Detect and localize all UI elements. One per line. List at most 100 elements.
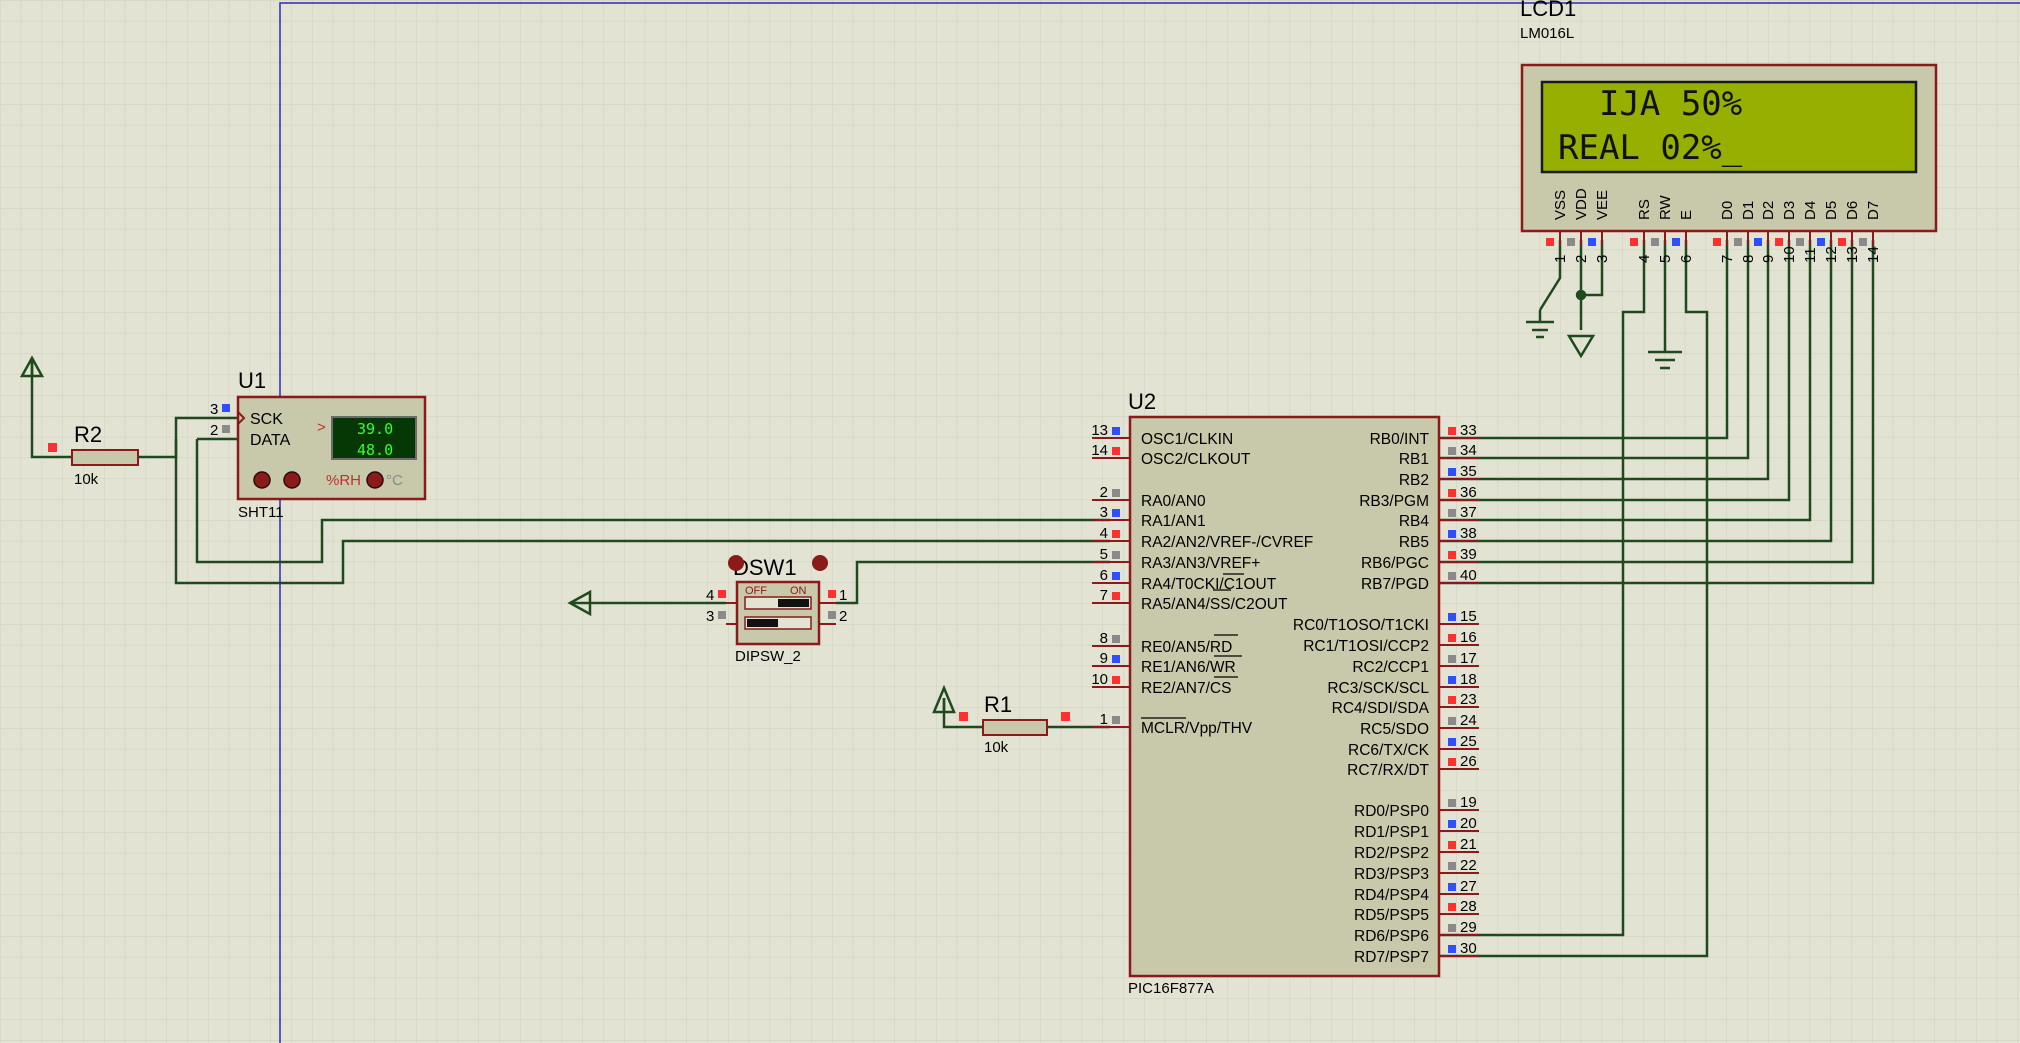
pin-name: RD7/PSP7 bbox=[1354, 949, 1429, 966]
r1-value: 10k bbox=[984, 739, 1009, 756]
unit-toggle-button[interactable] bbox=[366, 471, 384, 489]
pin-name: RA4/T0CKI/C1OUT bbox=[1141, 576, 1277, 593]
pin-marker bbox=[1112, 447, 1120, 455]
pin-sck-number: 3 bbox=[210, 401, 218, 418]
pin-marker bbox=[1588, 238, 1596, 246]
switch-1-slider bbox=[778, 599, 809, 607]
pin-name: RB6/PGC bbox=[1361, 555, 1429, 572]
pin-number: 30 bbox=[1460, 940, 1477, 957]
sensor-display-bottom: 48.0 bbox=[357, 441, 393, 459]
pin-name: E bbox=[1678, 210, 1695, 220]
pin-marker bbox=[1448, 489, 1456, 497]
mcu-u2[interactable]: U2 PIC16F877A 13OSC1/CLKIN14OSC2/CLKOUT2… bbox=[1091, 389, 1479, 997]
pin-name: MCLR/Vpp/THV bbox=[1141, 720, 1253, 737]
pin-number: 5 bbox=[1100, 546, 1108, 563]
pin-number: 7 bbox=[1100, 587, 1108, 604]
switch-knob[interactable] bbox=[728, 555, 744, 571]
pin-marker bbox=[1448, 924, 1456, 932]
pin-name: RD1/PSP1 bbox=[1354, 824, 1429, 841]
pin-marker bbox=[222, 425, 230, 433]
pin-name: RB4 bbox=[1399, 513, 1430, 530]
pin-data-number: 2 bbox=[210, 422, 218, 439]
pin-name: RA1/AN1 bbox=[1141, 513, 1206, 530]
pin-name: RC0/T1OSO/T1CKI bbox=[1293, 617, 1429, 634]
decrement-button[interactable] bbox=[253, 471, 271, 489]
pin-marker bbox=[718, 611, 726, 619]
pin-number: 17 bbox=[1460, 650, 1477, 667]
pin-number: 35 bbox=[1460, 463, 1477, 480]
pin-marker bbox=[1796, 238, 1804, 246]
pin-marker bbox=[1546, 238, 1554, 246]
pin-number: 2 bbox=[1573, 255, 1590, 263]
pin-marker bbox=[1448, 903, 1456, 911]
lcd-part: LM016L bbox=[1520, 25, 1574, 42]
unit-rh-label[interactable]: %RH bbox=[326, 472, 361, 489]
pin-marker bbox=[1448, 655, 1456, 663]
pin-number: 40 bbox=[1460, 567, 1477, 584]
pin-number: 21 bbox=[1460, 836, 1477, 853]
switch-2-slider bbox=[747, 619, 778, 627]
pin-number: 13 bbox=[1844, 246, 1861, 263]
pin-marker bbox=[959, 712, 968, 721]
pin-marker bbox=[1775, 238, 1783, 246]
pin-marker bbox=[48, 443, 57, 452]
pin-number: 15 bbox=[1460, 608, 1477, 625]
pin-marker bbox=[1448, 530, 1456, 538]
pin-name: RB5 bbox=[1399, 534, 1429, 551]
pin-marker bbox=[1112, 489, 1120, 497]
pin-marker bbox=[1754, 238, 1762, 246]
dsw1-part: DIPSW_2 bbox=[735, 648, 801, 665]
pin-name: RB2 bbox=[1399, 472, 1429, 489]
pin-number: 4 bbox=[1100, 525, 1108, 542]
pin-name: VDD bbox=[1573, 188, 1590, 220]
pin-name: RB7/PGD bbox=[1361, 576, 1429, 593]
u1-ref: U1 bbox=[238, 368, 266, 393]
pin-marker bbox=[1112, 655, 1120, 663]
pin-number: 5 bbox=[1657, 255, 1674, 263]
pin-number: 3 bbox=[1594, 255, 1611, 263]
lcd-line-2: REAL 02%_ bbox=[1558, 128, 1743, 168]
pin-name: OSC2/CLKOUT bbox=[1141, 451, 1251, 468]
pin-name: RE1/AN6/WR bbox=[1141, 659, 1236, 676]
sensor-display-top: 39.0 bbox=[357, 420, 393, 438]
pin-number: 3 bbox=[706, 608, 714, 625]
pin-number: 13 bbox=[1091, 422, 1108, 439]
pin-number: 9 bbox=[1100, 650, 1108, 667]
pin-name: RS bbox=[1636, 199, 1653, 220]
pin-name: RB0/INT bbox=[1370, 431, 1430, 448]
pin-number: 26 bbox=[1460, 753, 1477, 770]
pin-number: 9 bbox=[1760, 255, 1777, 263]
pin-name: RD2/PSP2 bbox=[1354, 845, 1429, 862]
pin-name: VSS bbox=[1552, 190, 1569, 220]
pin-name: D7 bbox=[1865, 201, 1882, 220]
pin-marker bbox=[1448, 613, 1456, 621]
pin-number: 10 bbox=[1781, 246, 1798, 263]
pin-number: 38 bbox=[1460, 525, 1477, 542]
pin-name: RA2/AN2/VREF-/CVREF bbox=[1141, 534, 1313, 551]
pin-name: OSC1/CLKIN bbox=[1141, 431, 1233, 448]
pin-number: 39 bbox=[1460, 546, 1477, 563]
pin-marker bbox=[1061, 712, 1070, 721]
pin-name: RA3/AN3/VREF+ bbox=[1141, 555, 1260, 572]
pin-number: 29 bbox=[1460, 919, 1477, 936]
pin-number: 11 bbox=[1802, 247, 1819, 263]
pin-sck-label: SCK bbox=[250, 411, 283, 428]
pin-number: 34 bbox=[1460, 442, 1477, 459]
pin-marker bbox=[1734, 238, 1742, 246]
increment-button[interactable] bbox=[283, 471, 301, 489]
pin-marker bbox=[1448, 758, 1456, 766]
pin-marker bbox=[1448, 717, 1456, 725]
pin-name: RC2/CCP1 bbox=[1352, 659, 1429, 676]
pin-marker bbox=[1448, 820, 1456, 828]
r2-value: 10k bbox=[74, 471, 99, 488]
pin-number: 24 bbox=[1460, 712, 1477, 729]
switch-knob[interactable] bbox=[812, 555, 828, 571]
pin-marker bbox=[1448, 427, 1456, 435]
schematic-canvas[interactable]: R2 10k U1 SHT11 SCK DATA 3 2 > 39.0 48.0… bbox=[0, 0, 2020, 1043]
pin-name: RB1 bbox=[1399, 451, 1429, 468]
pin-marker bbox=[1112, 635, 1120, 643]
pin-marker bbox=[718, 590, 726, 598]
pin-marker bbox=[1448, 738, 1456, 746]
pin-name: D2 bbox=[1760, 201, 1777, 220]
pin-name: RD4/PSP4 bbox=[1354, 887, 1429, 904]
